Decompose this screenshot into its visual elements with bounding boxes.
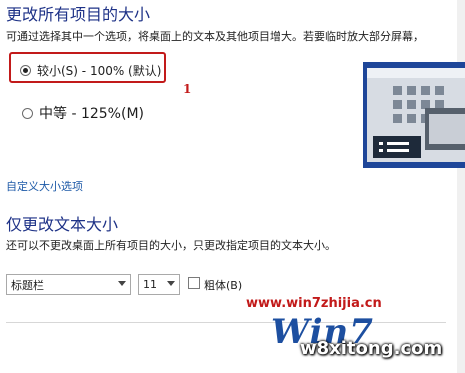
- option-smaller-label: 较小(S) - 100% (默认): [37, 64, 162, 78]
- section-title-all-items: 更改所有项目的大小: [6, 5, 151, 24]
- radio-selected-icon[interactable]: [20, 65, 31, 76]
- radio-unselected-icon[interactable]: [22, 107, 33, 119]
- option-smaller[interactable]: 较小(S) - 100% (默认): [20, 62, 161, 79]
- annotation-number: 1: [183, 82, 192, 96]
- bold-checkbox-label: 粗体(B): [204, 279, 243, 292]
- chevron-down-icon: [118, 281, 126, 286]
- watermark-url: www.win7zhijia.cn: [246, 296, 382, 311]
- section-title-text-only: 仅更改文本大小: [6, 215, 119, 234]
- preview-monitor-icon: [363, 62, 465, 168]
- font-size-select[interactable]: 11: [138, 274, 180, 295]
- bold-checkbox[interactable]: [188, 277, 200, 289]
- font-size-select-value: 11: [143, 278, 157, 291]
- section-description: 可通过选择其中一个选项，将桌面上的文本及其他项目增大。若要临时放大部分屏幕，: [6, 30, 424, 43]
- divider: [6, 322, 446, 323]
- option-medium-label: 中等 - 125%(M): [39, 106, 144, 122]
- custom-size-link[interactable]: 自定义大小选项: [6, 178, 83, 194]
- watermark-site: w8xitong.com: [300, 338, 443, 359]
- item-select[interactable]: 标题栏: [6, 274, 131, 295]
- chevron-down-icon: [167, 281, 175, 286]
- window-edge: [457, 0, 465, 373]
- section2-description: 还可以不更改桌面上所有项目的大小，只更改指定项目的文本大小。: [6, 239, 336, 252]
- option-medium[interactable]: 中等 - 125%(M): [22, 103, 144, 123]
- item-select-value: 标题栏: [11, 278, 44, 292]
- scaling-preview-image: [363, 62, 465, 168]
